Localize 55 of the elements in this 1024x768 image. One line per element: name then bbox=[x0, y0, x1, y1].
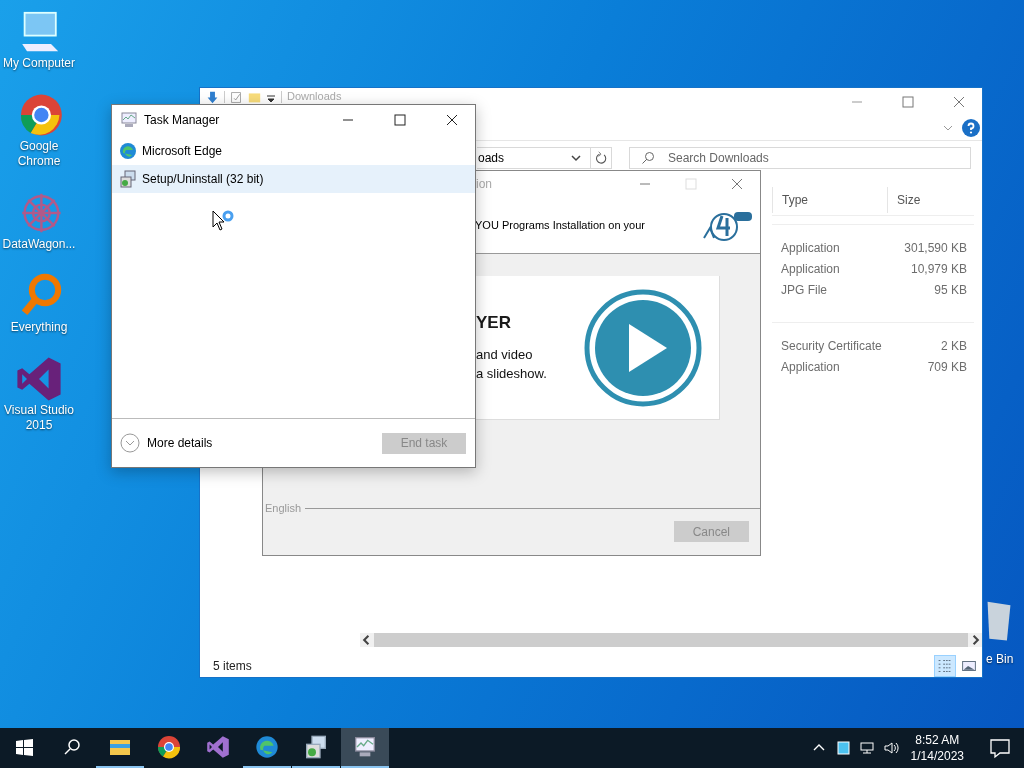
banner-text: a slideshow. bbox=[476, 364, 548, 383]
setup-icon bbox=[304, 735, 328, 759]
table-cell-text: Application bbox=[781, 240, 841, 255]
table-cell-text: Application bbox=[781, 359, 841, 374]
infinity-ribbon-icon[interactable] bbox=[15, 355, 63, 403]
chrome-icon bbox=[157, 735, 181, 759]
taskbar-app-button[interactable] bbox=[341, 728, 389, 768]
checkmark-page-icon[interactable] bbox=[230, 91, 243, 104]
refresh-button[interactable] bbox=[590, 147, 612, 169]
play-icon bbox=[583, 287, 703, 408]
table-cell-text: 95 KB bbox=[933, 282, 967, 297]
download-arrow-icon[interactable] bbox=[206, 91, 219, 104]
app-list-item[interactable]: Microsoft Edge bbox=[112, 137, 475, 165]
table-cell-text: 301,590 KB bbox=[903, 240, 967, 255]
edge-icon bbox=[119, 142, 137, 160]
chevron-down-icon[interactable] bbox=[570, 152, 582, 164]
square-tray-icon[interactable] bbox=[834, 740, 851, 756]
table-cell-text: Security Certificate bbox=[781, 338, 883, 353]
monitor-chart-icon bbox=[120, 111, 138, 129]
table-cell-text: JPG File bbox=[781, 282, 828, 297]
table-cell-text: 709 KB bbox=[926, 359, 967, 374]
scroll-left-icon[interactable] bbox=[360, 633, 374, 647]
header-text: YOU Programs Installation on your bbox=[475, 219, 645, 231]
search-field[interactable]: Search Downloads bbox=[629, 147, 971, 169]
icon-label[interactable]: e Bin bbox=[986, 652, 1014, 667]
table-cell-text: 2 KB bbox=[940, 338, 967, 353]
search-icon bbox=[641, 151, 655, 165]
item-count: 5 items bbox=[213, 659, 252, 673]
window-title: ion bbox=[476, 177, 492, 191]
language-label: English bbox=[265, 502, 302, 514]
monitor-chart-icon bbox=[353, 735, 377, 759]
window-title: Task Manager bbox=[144, 113, 220, 127]
banner-text: and video bbox=[476, 345, 534, 364]
table-cell-text: Application bbox=[781, 261, 841, 276]
more-details-link[interactable]: More details bbox=[147, 436, 213, 450]
setup-icon bbox=[119, 170, 137, 188]
app-list-item[interactable]: Setup/Uninstall (32 bit) bbox=[112, 165, 475, 193]
details-view-button[interactable] bbox=[934, 655, 956, 677]
column-header[interactable]: Type bbox=[772, 187, 887, 213]
edge-icon bbox=[255, 735, 279, 759]
table-cell-text: 10,979 KB bbox=[909, 261, 967, 276]
horizontal-scrollbar[interactable] bbox=[360, 633, 982, 647]
volume-icon[interactable] bbox=[882, 740, 899, 756]
help-icon[interactable] bbox=[962, 119, 980, 137]
network-icon[interactable] bbox=[858, 740, 875, 756]
column-header[interactable]: Size bbox=[887, 187, 967, 213]
address-bar[interactable]: oads bbox=[477, 147, 590, 169]
window-title: Downloads bbox=[287, 90, 342, 103]
banner-title: YER bbox=[476, 312, 512, 333]
infinity-ribbon-icon bbox=[206, 735, 230, 759]
scroll-right-icon[interactable] bbox=[968, 633, 982, 647]
clock[interactable]: 8:52 AM 1/14/2023 bbox=[902, 732, 972, 764]
expand-icon[interactable] bbox=[120, 433, 140, 453]
icon-label[interactable]: Visual Studio 2015 bbox=[1, 403, 77, 433]
dropdown-icon[interactable] bbox=[266, 93, 276, 103]
